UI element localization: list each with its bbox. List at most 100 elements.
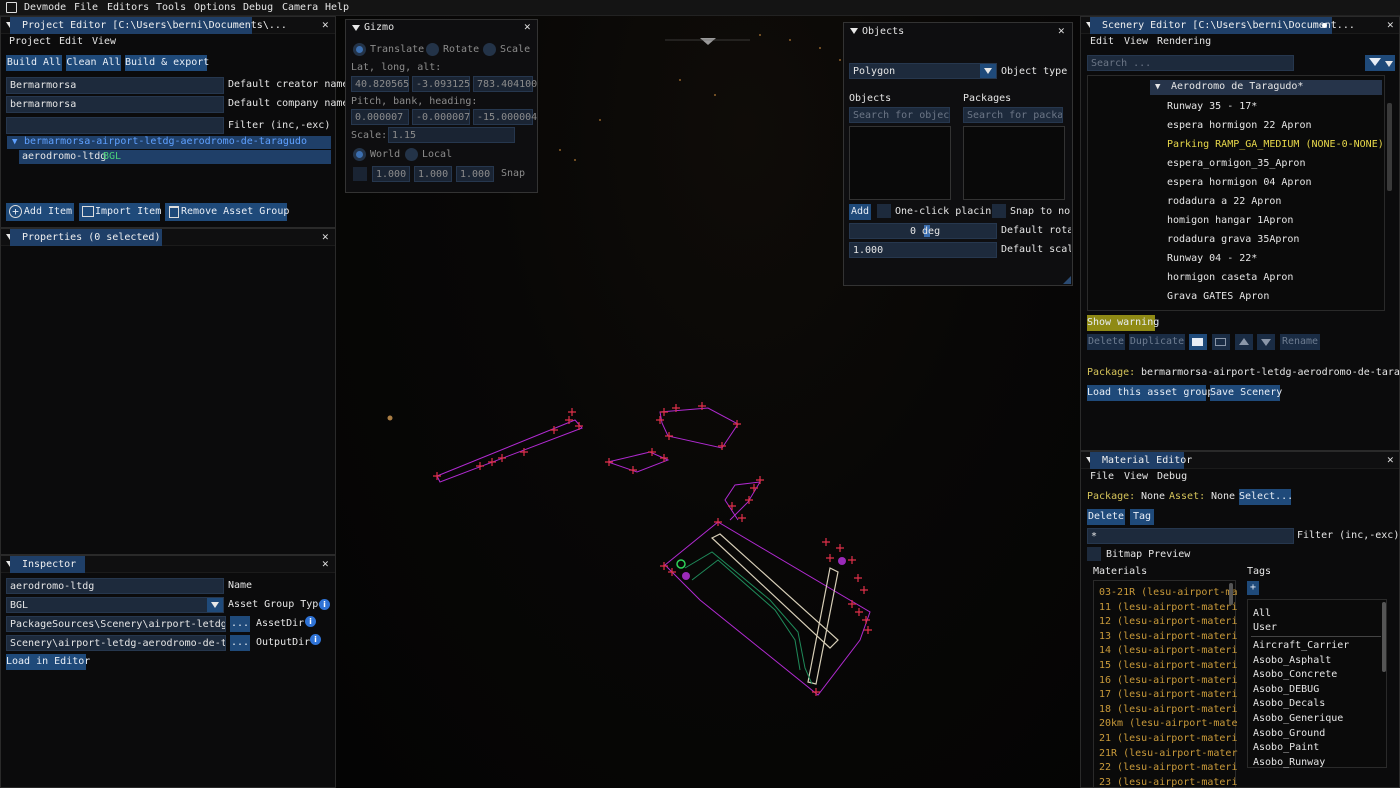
properties-tab[interactable]: Properties (0 selected) <box>10 229 162 246</box>
scenery-tree-item[interactable]: Grava GATES Apron <box>1167 291 1269 303</box>
material-editor-titlebar[interactable]: Material Editor ✕ <box>1081 452 1399 469</box>
pitch-field[interactable]: 0.000007 <box>351 109 409 125</box>
world-radio[interactable] <box>353 148 366 161</box>
menu-camera[interactable]: Camera <box>282 2 318 14</box>
tag-list-item[interactable]: Asobo_Runway <box>1253 757 1325 769</box>
material-editor-tab[interactable]: Material Editor <box>1090 452 1192 469</box>
save-scenery-button[interactable]: Save Scenery <box>1210 385 1282 401</box>
asset-group-type-select[interactable]: BGL <box>6 597 224 613</box>
scenery-tree-item[interactable]: espera hormigon 04 Apron <box>1167 177 1312 189</box>
rotate-radio[interactable] <box>426 43 439 56</box>
search-objects-input[interactable]: Search for object <box>849 107 950 123</box>
project-menu[interactable]: Project <box>9 36 51 48</box>
materials-list[interactable]: 03-21R (lesu-airport-ma 11 (lesu-airport-… <box>1093 580 1237 788</box>
assetdir-browse-button[interactable]: ... <box>230 616 250 632</box>
edit-menu[interactable]: Edit <box>59 36 83 48</box>
tag-list-item[interactable]: Asobo_Decals <box>1253 698 1325 710</box>
bank-field[interactable]: -0.000007 <box>412 109 470 125</box>
tree-expand-icon[interactable]: ▼ <box>1155 81 1160 93</box>
material-list-item[interactable]: 14 (lesu-airport-materi <box>1099 645 1237 657</box>
material-list-item[interactable]: 03-21R (lesu-airport-ma <box>1099 587 1237 599</box>
snap-checkbox[interactable] <box>353 167 367 181</box>
scenery-tree[interactable]: ▼ Aerodromo de Taragudo* Runway 35 - 17*… <box>1087 75 1385 311</box>
add-tag-button[interactable]: + <box>1247 581 1259 595</box>
tag-list-item[interactable]: Aircraft_Carrier <box>1253 640 1349 652</box>
load-asset-group-button[interactable]: Load this asset group <box>1087 385 1213 401</box>
collapse-icon[interactable] <box>352 25 360 31</box>
assetdir-field[interactable]: PackageSources\Scenery\airport-letdg-aer… <box>6 616 226 632</box>
app-title[interactable]: Devmode <box>24 2 66 14</box>
scenery-tree-item[interactable]: espera hormigon 22 Apron <box>1167 120 1312 132</box>
mat-delete-button[interactable]: Delete <box>1087 509 1125 525</box>
close-icon[interactable]: ✕ <box>1387 454 1394 466</box>
load-in-editor-button[interactable]: Load in Editor <box>6 654 90 670</box>
heading-field[interactable]: -15.000004 <box>473 109 537 125</box>
scenery-tree-item[interactable]: Runway 35 - 17* <box>1167 101 1257 113</box>
info-icon[interactable]: i <box>319 599 330 610</box>
properties-titlebar[interactable]: Properties (0 selected) ✕ <box>1 229 335 246</box>
one-click-checkbox[interactable] <box>877 204 891 218</box>
material-list-item[interactable]: 16 (lesu-airport-materi <box>1099 675 1237 687</box>
material-list-item[interactable]: 12 (lesu-airport-materi <box>1099 616 1237 628</box>
material-list-item[interactable]: 18 (lesu-airport-materi <box>1099 704 1237 716</box>
material-list-item[interactable]: 23 (lesu-airport-materi <box>1099 777 1237 788</box>
scenery-tree-item[interactable]: hormigon caseta Apron <box>1167 272 1293 284</box>
mat-filter-input[interactable]: * <box>1087 528 1294 544</box>
scale-field[interactable]: 1.15 <box>388 127 515 143</box>
material-list-item[interactable]: 15 (lesu-airport-materi <box>1099 660 1237 672</box>
view-menu[interactable]: View <box>1124 471 1148 483</box>
filter-field[interactable] <box>6 117 224 134</box>
rendering-menu[interactable]: Rendering <box>1157 36 1211 48</box>
tree-expand-icon[interactable]: ▼ <box>12 136 17 148</box>
debug-menu[interactable]: Debug <box>1157 471 1187 483</box>
edit-menu[interactable]: Edit <box>1090 36 1114 48</box>
resize-grip-icon[interactable] <box>1063 276 1071 284</box>
tags-list[interactable]: All User Aircraft_Carrier Asobo_Asphalt As… <box>1247 599 1387 768</box>
move-down-button[interactable] <box>1257 334 1275 350</box>
select-button[interactable]: Select... <box>1239 489 1293 505</box>
local-radio[interactable] <box>405 148 418 161</box>
lon-field[interactable]: -3.093125 <box>412 76 470 92</box>
new-folder-button[interactable] <box>1212 334 1230 350</box>
delete-button[interactable]: Delete <box>1087 334 1125 350</box>
tags-scrollbar[interactable] <box>1382 602 1386 672</box>
filter-button[interactable] <box>1365 55 1395 71</box>
build-all-button[interactable]: Build All <box>6 55 62 71</box>
scenery-tree-item[interactable]: espera_ormigon_35_Apron <box>1167 158 1305 170</box>
scale-radio[interactable] <box>483 43 496 56</box>
tag-list-item[interactable]: Asobo_Concrete <box>1253 669 1337 681</box>
show-warning-button[interactable]: Show warning <box>1087 315 1159 331</box>
translate-radio[interactable] <box>353 43 366 56</box>
tree-child-row[interactable]: aerodromo-ltdg BGL <box>19 150 331 164</box>
name-field[interactable]: aerodromo-ltdg <box>6 578 224 594</box>
menu-options[interactable]: Options <box>194 2 236 14</box>
tree-root-row[interactable]: ▼ Aerodromo de Taragudo* <box>1150 80 1382 95</box>
close-icon[interactable]: ✕ <box>1058 25 1065 37</box>
add-object-button[interactable]: Add <box>849 204 871 220</box>
import-item-button[interactable]: Import Item <box>79 203 161 221</box>
close-icon[interactable]: ✕ <box>322 558 329 570</box>
rename-button[interactable]: Rename <box>1280 334 1320 350</box>
material-list-item[interactable]: 11 (lesu-airport-materi <box>1099 602 1237 614</box>
snap-normal-checkbox[interactable] <box>992 204 1006 218</box>
tag-list-item[interactable]: Asobo_Paint <box>1253 742 1319 754</box>
search-packages-input[interactable]: Search for package <box>963 107 1063 123</box>
tag-list-item[interactable]: Asobo_Generique <box>1253 713 1343 725</box>
tag-button[interactable]: Tag <box>1130 509 1154 525</box>
snap-z-field[interactable]: 1.000 <box>456 166 494 182</box>
add-item-button[interactable]: + Add Item <box>6 203 74 221</box>
materials-scrollbar[interactable] <box>1229 583 1233 605</box>
new-group-button[interactable] <box>1189 334 1207 350</box>
clean-all-button[interactable]: Clean All <box>66 55 121 71</box>
menu-file[interactable]: File <box>74 2 98 14</box>
view-menu[interactable]: View <box>92 36 116 48</box>
alt-field[interactable]: 783.404100 <box>473 76 537 92</box>
scenery-editor-tab[interactable]: Scenery Editor [C:\Users\berni\Document.… <box>1090 17 1355 34</box>
tag-list-item[interactable]: Asobo_Asphalt <box>1253 655 1331 667</box>
info-icon[interactable]: i <box>305 616 316 627</box>
material-list-item[interactable]: 13 (lesu-airport-materi <box>1099 631 1237 643</box>
tag-list-item[interactable]: Asobo_DEBUG <box>1253 684 1319 696</box>
tag-all[interactable]: All <box>1253 608 1271 620</box>
menu-help[interactable]: Help <box>325 2 349 14</box>
bitmap-preview-checkbox[interactable] <box>1087 547 1101 561</box>
